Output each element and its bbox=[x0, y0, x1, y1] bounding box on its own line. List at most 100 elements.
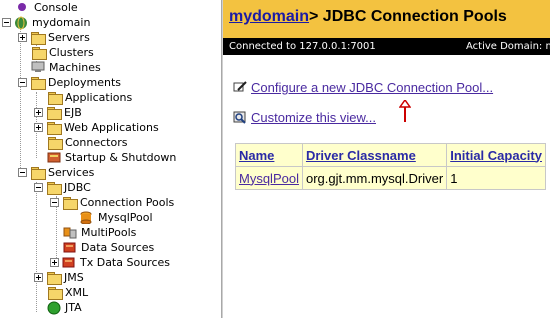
main-content: mydomain> JDBC Connection Pools Connecte… bbox=[223, 0, 550, 318]
tree-item-label: Data Sources bbox=[81, 241, 155, 254]
page-header: mydomain> JDBC Connection Pools bbox=[223, 0, 550, 38]
tree-item-label: Deployments bbox=[48, 76, 122, 89]
tree-item-servers[interactable]: Servers bbox=[18, 30, 90, 45]
tree-item-jms[interactable]: JMS bbox=[34, 270, 84, 285]
tree-item-applications[interactable]: Applications bbox=[47, 90, 132, 105]
tree-item-data-sources[interactable]: Data Sources bbox=[63, 240, 154, 255]
console-icon bbox=[16, 1, 32, 14]
connection-pools-folder-icon bbox=[62, 196, 78, 210]
collapse-toggle[interactable] bbox=[18, 78, 27, 87]
table-header-row: Name Driver Classname Initial Capacity bbox=[235, 143, 546, 167]
pool-name-link[interactable]: MysqlPool bbox=[239, 171, 299, 186]
column-header-driver-classname[interactable]: Driver Classname bbox=[301, 143, 448, 167]
services-folder-icon bbox=[30, 166, 46, 180]
machines-icon bbox=[31, 61, 47, 74]
column-header-name[interactable]: Name bbox=[235, 143, 303, 167]
tree-item-label: XML bbox=[65, 286, 89, 299]
expand-toggle[interactable] bbox=[50, 258, 59, 267]
servers-folder-icon bbox=[30, 31, 46, 45]
tree-item-label: Servers bbox=[48, 31, 90, 44]
configure-pool-link[interactable]: Configure a new JDBC Connection Pool... bbox=[251, 80, 493, 95]
jta-icon bbox=[47, 301, 63, 315]
configure-pool-action[interactable]: Configure a new JDBC Connection Pool... bbox=[233, 80, 493, 95]
column-header-initial-capacity[interactable]: Initial Capacity bbox=[446, 143, 546, 167]
collapse-toggle[interactable] bbox=[18, 168, 27, 177]
tree-item-label: MultiPools bbox=[81, 226, 137, 239]
collapse-toggle[interactable] bbox=[50, 198, 59, 207]
connection-status: Connected to 127.0.0.1:7001 bbox=[229, 41, 376, 52]
domain-link[interactable]: mydomain bbox=[229, 8, 309, 25]
customize-view-icon bbox=[233, 111, 249, 124]
active-domain-status: Active Domain: my bbox=[466, 41, 550, 52]
tree-connector bbox=[36, 182, 37, 312]
database-icon bbox=[80, 211, 96, 225]
driver-classname-cell: org.gjt.mm.mysql.Driver bbox=[301, 166, 448, 190]
navigation-tree: Console mydomain Servers Clusters Machin… bbox=[0, 0, 221, 318]
tree-item-label: JDBC bbox=[64, 181, 91, 194]
tree-item-ejb[interactable]: EJB bbox=[34, 105, 82, 120]
title-text: > JDBC Connection Pools bbox=[309, 8, 507, 25]
tree-item-label: EJB bbox=[64, 106, 82, 119]
deployments-folder-icon bbox=[30, 76, 46, 90]
customize-view-action[interactable]: Customize this view... bbox=[233, 110, 376, 125]
tree-item-startup-shutdown[interactable]: Startup & Shutdown bbox=[47, 150, 176, 165]
multipools-icon bbox=[63, 226, 79, 239]
tree-item-mysqlpool[interactable]: MysqlPool bbox=[80, 210, 153, 225]
tree-item-label: JMS bbox=[64, 271, 84, 284]
tx-data-sources-icon bbox=[62, 256, 78, 269]
tree-item-label: Services bbox=[48, 166, 95, 179]
tree-item-deployments[interactable]: Deployments bbox=[18, 75, 121, 90]
tree-item-connectors[interactable]: Connectors bbox=[47, 135, 127, 150]
tree-item-domain[interactable]: mydomain bbox=[2, 15, 90, 30]
status-bar: Connected to 127.0.0.1:7001 Active Domai… bbox=[223, 38, 550, 55]
tree-item-machines[interactable]: Machines bbox=[31, 60, 101, 75]
table-row: MysqlPool org.gjt.mm.mysql.Driver 1 bbox=[235, 166, 546, 190]
data-sources-icon bbox=[63, 241, 79, 254]
initial-capacity-cell: 1 bbox=[446, 166, 546, 190]
tree-item-label: Applications bbox=[65, 91, 133, 104]
applications-icon bbox=[47, 91, 63, 105]
expand-toggle[interactable] bbox=[34, 108, 43, 117]
clusters-icon bbox=[31, 46, 47, 60]
pool-name-cell[interactable]: MysqlPool bbox=[235, 166, 303, 190]
tree-item-jta[interactable]: JTA bbox=[47, 300, 82, 315]
tree-item-console[interactable]: Console bbox=[16, 0, 78, 15]
expand-toggle[interactable] bbox=[34, 273, 43, 282]
page-title: mydomain> JDBC Connection Pools bbox=[229, 8, 507, 26]
tree-item-label: JTA bbox=[65, 301, 82, 314]
tree-item-connection-pools[interactable]: Connection Pools bbox=[50, 195, 174, 210]
tree-item-label: Connectors bbox=[65, 136, 128, 149]
tree-item-xml[interactable]: XML bbox=[47, 285, 88, 300]
tree-item-label: Connection Pools bbox=[80, 196, 175, 209]
customize-view-link[interactable]: Customize this view... bbox=[251, 110, 376, 125]
tree-item-label: Tx Data Sources bbox=[80, 256, 170, 269]
tree-item-multipools[interactable]: MultiPools bbox=[63, 225, 136, 240]
tree-item-clusters[interactable]: Clusters bbox=[31, 45, 94, 60]
xml-folder-icon bbox=[47, 286, 63, 300]
tree-item-label: Clusters bbox=[49, 46, 94, 59]
jms-folder-icon bbox=[46, 271, 62, 285]
collapse-toggle[interactable] bbox=[2, 18, 11, 27]
tree-item-tx-data-sources[interactable]: Tx Data Sources bbox=[50, 255, 170, 270]
tree-item-label: Machines bbox=[49, 61, 101, 74]
tree-item-jdbc[interactable]: JDBC bbox=[34, 180, 91, 195]
tree-item-label: mydomain bbox=[32, 16, 91, 29]
globe-icon bbox=[14, 16, 30, 30]
tree-item-label: Console bbox=[34, 1, 78, 14]
tree-item-label: Startup & Shutdown bbox=[65, 151, 177, 164]
annotation-arrow-icon bbox=[399, 100, 411, 122]
web-applications-icon bbox=[46, 121, 62, 135]
connection-pools-table: Name Driver Classname Initial Capacity M… bbox=[235, 143, 546, 190]
edit-pencil-icon bbox=[233, 81, 249, 94]
ejb-icon bbox=[46, 106, 62, 120]
jdbc-folder-icon bbox=[46, 181, 62, 195]
connectors-icon bbox=[47, 136, 63, 150]
tree-item-services[interactable]: Services bbox=[18, 165, 94, 180]
tree-item-web-applications[interactable]: Web Applications bbox=[34, 120, 159, 135]
expand-toggle[interactable] bbox=[18, 33, 27, 42]
tree-item-label: Web Applications bbox=[64, 121, 159, 134]
collapse-toggle[interactable] bbox=[34, 183, 43, 192]
expand-toggle[interactable] bbox=[34, 123, 43, 132]
startup-shutdown-icon bbox=[47, 151, 63, 164]
tree-item-label: MysqlPool bbox=[98, 211, 153, 224]
